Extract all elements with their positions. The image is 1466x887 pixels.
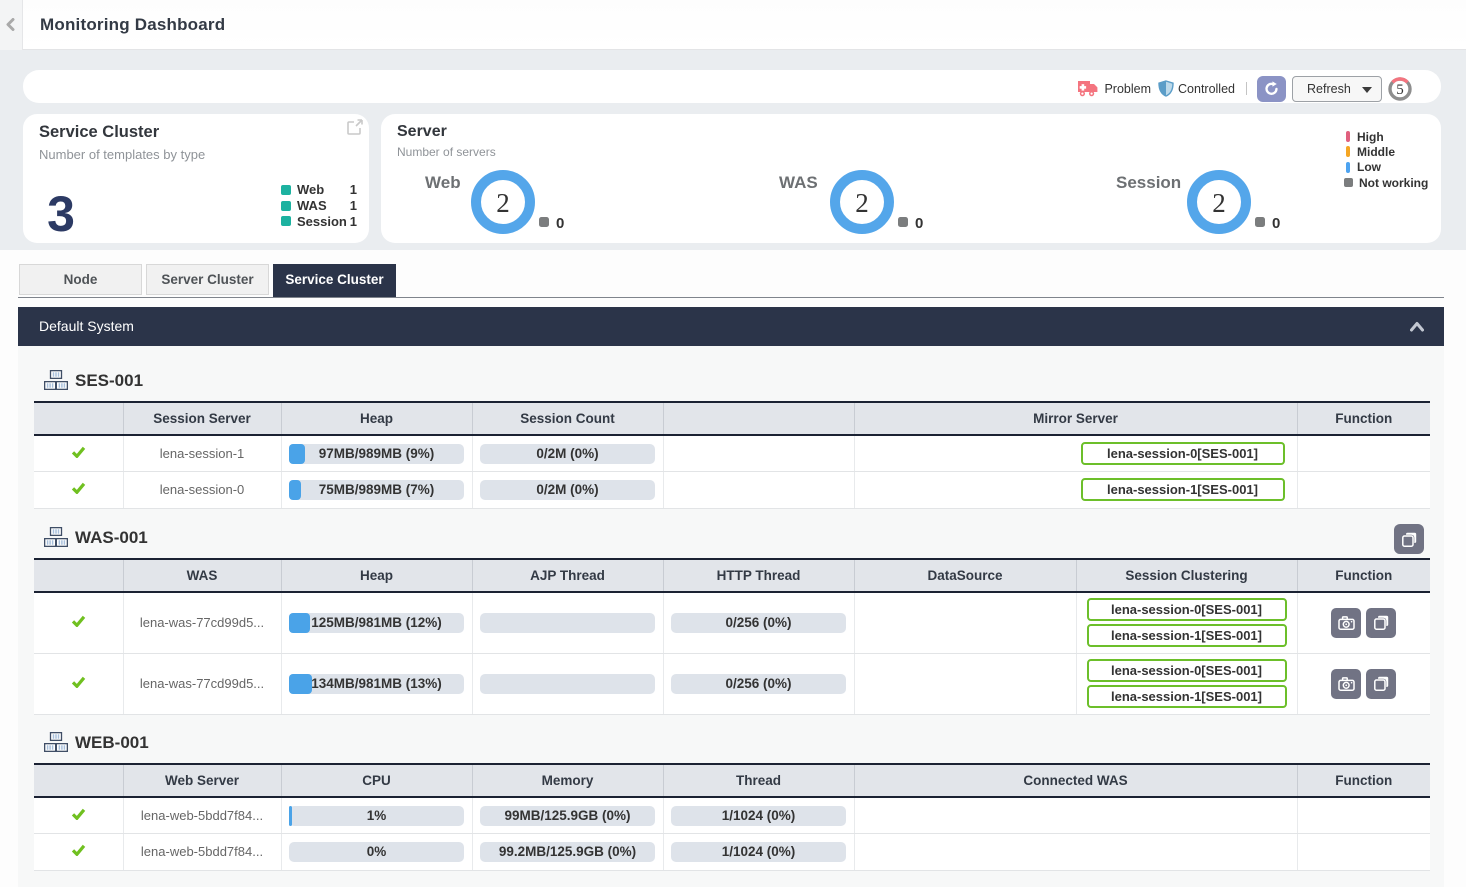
svg-text:5: 5 xyxy=(1396,82,1404,98)
